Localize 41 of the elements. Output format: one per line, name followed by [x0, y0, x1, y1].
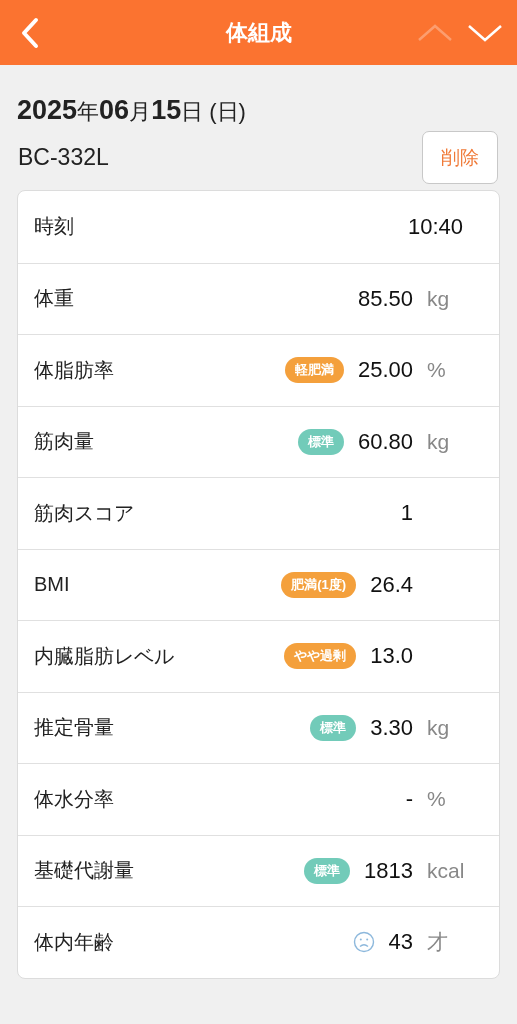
unit-label: kg — [427, 429, 450, 453]
row-label: 筋肉スコア — [33, 500, 134, 526]
row-value: 1 — [400, 500, 413, 527]
row-label: 推定骨量 — [33, 715, 114, 741]
sad-face-icon — [352, 931, 375, 954]
device-model: BC-332L — [18, 144, 109, 171]
row-label: BMI — [33, 573, 70, 597]
row-label: 筋肉量 — [33, 429, 94, 455]
row-value: - — [405, 786, 413, 813]
row-value: 3.30 — [370, 714, 413, 741]
unit-label: kg — [427, 715, 450, 739]
row-label: 体脂肪率 — [33, 357, 114, 383]
status-badge: 標準 — [304, 857, 351, 884]
row-label: 体重 — [33, 286, 74, 312]
unit-label: 才 — [427, 930, 448, 954]
row-label: 時刻 — [33, 214, 74, 240]
status-badge: やや過剰 — [284, 643, 357, 670]
status-badge: 標準 — [297, 428, 344, 455]
row-label: 体内年齢 — [33, 929, 114, 955]
unit-label: % — [427, 358, 446, 382]
row-label: 内臓脂肪レベル — [33, 643, 174, 669]
row-value: 26.4 — [370, 571, 413, 598]
delete-button[interactable]: 削除 — [422, 131, 498, 184]
row-value: 1813 — [364, 857, 413, 884]
unit-label: kg — [427, 286, 450, 310]
status-badge: 肥満(1度) — [281, 571, 357, 598]
screen-title: 体組成 — [225, 18, 292, 47]
row-label: 体水分率 — [33, 786, 114, 812]
row-value: 13.0 — [370, 643, 413, 670]
status-badge: 軽肥満 — [284, 357, 344, 384]
row-value: 25.00 — [357, 357, 413, 384]
status-badge: 標準 — [310, 714, 357, 741]
row-label: 基礎代謝量 — [33, 858, 134, 884]
row-value: 43 — [388, 929, 413, 956]
row-value: 60.80 — [357, 428, 413, 455]
unit-label: % — [427, 787, 446, 811]
back-icon[interactable] — [20, 16, 40, 49]
row-value: 10:40 — [407, 213, 463, 240]
chevron-down-icon[interactable] — [467, 22, 503, 43]
row-value: 85.50 — [357, 285, 413, 312]
unit-label: kcal — [427, 858, 465, 882]
